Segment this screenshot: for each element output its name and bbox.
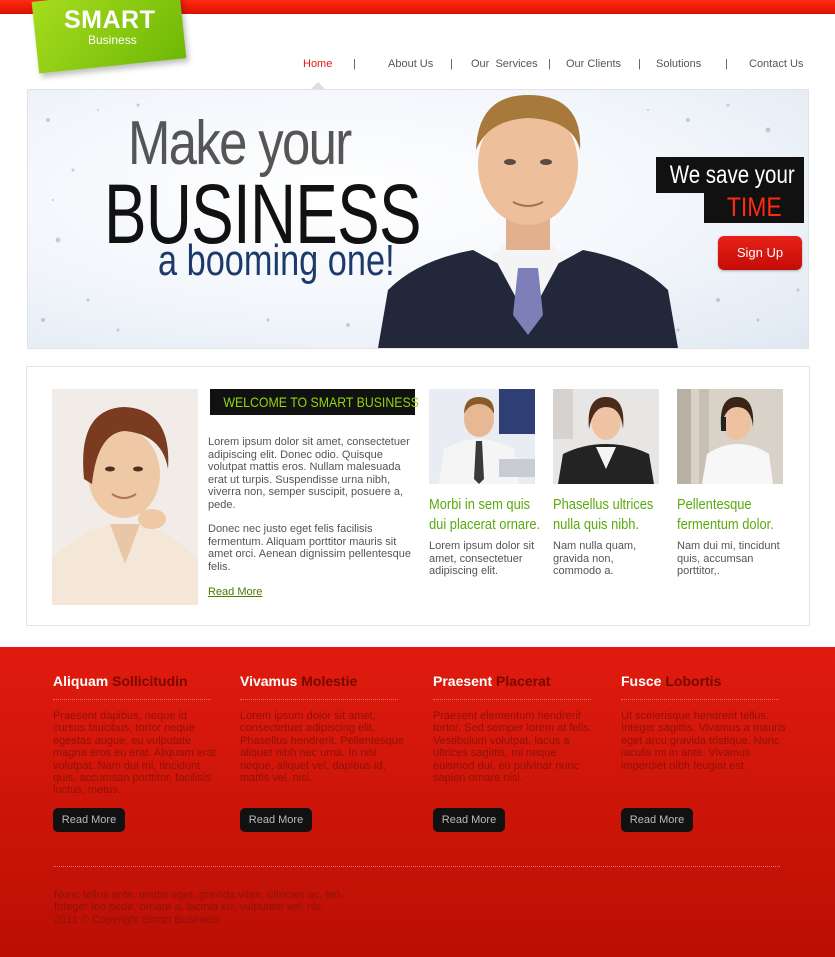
card-photo-man-laptop[interactable] — [429, 389, 535, 484]
footer-column-text: Praesent dapibus, neque id cursus faucib… — [53, 710, 216, 797]
hero-headline-line3: a booming one! — [158, 236, 395, 285]
welcome-paragraph-1: Lorem ipsum dolor sit amet, consectetuer… — [208, 436, 410, 511]
logo[interactable]: SMART Business — [64, 6, 156, 47]
feature-card: Pellentesque fermentum dolor. Nam dui mi… — [677, 389, 787, 578]
card-text: Lorem ipsum dolor sit amet, consectetuer… — [429, 540, 535, 578]
logo-sub-text: Business — [88, 33, 137, 47]
copyright-line: 2011 © Copyright Smart Business — [54, 913, 220, 926]
hero-banner: Make your BUSINESS a booming one! We sav… — [27, 89, 809, 349]
footer-column-divider — [240, 699, 398, 700]
feature-card: Phasellus ultrices nulla quis nibh. Nam … — [553, 389, 663, 578]
nav-item-contact-us[interactable]: Contact Us — [749, 58, 803, 70]
nav-separator: | — [725, 58, 728, 70]
footer-read-more-button[interactable]: Read More — [53, 808, 125, 832]
footer-column: Fusce Lobortis Ut scelerisque hendrerit … — [621, 673, 786, 772]
nav-separator: | — [548, 58, 551, 70]
nav-item-solutions[interactable]: Solutions — [656, 58, 701, 70]
footer-column-divider — [53, 699, 211, 700]
card-photo-woman-phone[interactable] — [677, 389, 783, 484]
copyright-line: Integer leo pede, ornare a, lacinia eu, … — [54, 901, 325, 914]
card-photo-woman[interactable] — [553, 389, 659, 484]
nav-item-about-us[interactable]: About Us — [388, 58, 433, 70]
footer-column-text: Ut scelerisque hendrerit tellus. Integer… — [621, 710, 786, 772]
footer-column-title: Aliquam Sollicitudin — [53, 673, 188, 689]
nav-item-our-clients[interactable]: Our Clients — [566, 58, 621, 70]
footer-column-title: Vivamus Molestie — [240, 673, 358, 689]
footer-column: Vivamus Molestie Lorem ipsum dolor sit a… — [240, 673, 405, 784]
footer: Aliquam Sollicitudin Praesent dapibus, n… — [0, 647, 835, 957]
card-title: Phasellus ultrices nulla quis nibh. — [553, 496, 654, 533]
nav-separator: | — [450, 58, 453, 70]
copyright-block: Nunc tellus ante, mattis eget, gravida v… — [54, 889, 343, 926]
feature-card: Morbi in sem quis dui placerat ornare. L… — [429, 389, 541, 578]
card-text: Nam nulla quam, gravida non, commodo a. — [553, 540, 637, 578]
footer-column-divider — [433, 699, 591, 700]
footer-divider — [53, 866, 780, 867]
save-time-tag: We save your TIME — [656, 157, 804, 223]
logo-main-text: SMART — [64, 6, 156, 34]
card-title: Pellentesque fermentum dolor. — [677, 496, 774, 533]
welcome-paragraph-2: Donec nec justo eget felis facilisis fer… — [208, 523, 412, 573]
footer-column-text: Praesent elementum hendrerit tortor. Sed… — [433, 710, 592, 785]
footer-read-more-button[interactable]: Read More — [433, 808, 505, 832]
welcome-read-more-link[interactable]: Read More — [208, 586, 262, 598]
nav-separator: | — [638, 58, 641, 70]
footer-column: Praesent Placerat Praesent elementum hen… — [433, 673, 598, 784]
welcome-heading: WELCOME TO SMART BUSINESS — [210, 389, 419, 415]
card-text: Nam dui mi, tincidunt quis, accumsan por… — [677, 540, 780, 578]
sign-up-button[interactable]: Sign Up — [718, 236, 802, 270]
nav-item-our-services[interactable]: Our Services — [471, 58, 538, 70]
footer-column-title: Fusce Lobortis — [621, 673, 722, 689]
footer-column-divider — [621, 699, 779, 700]
content-panel: WELCOME TO SMART BUSINESS Lorem ipsum do… — [26, 366, 810, 626]
nav-separator: | — [353, 58, 356, 70]
businessman-photo — [378, 95, 678, 348]
save-tag-line2: TIME — [704, 192, 804, 223]
save-tag-line1: We save your — [656, 157, 804, 193]
footer-column-text: Lorem ipsum dolor sit amet, consectetuer… — [240, 710, 404, 785]
footer-read-more-button[interactable]: Read More — [240, 808, 312, 832]
footer-column: Aliquam Sollicitudin Praesent dapibus, n… — [53, 673, 218, 797]
card-title: Morbi in sem quis dui placerat ornare. — [429, 496, 541, 533]
nav-item-home[interactable]: Home — [303, 58, 332, 70]
copyright-line: Nunc tellus ante, mattis eget, gravida v… — [54, 889, 344, 901]
main-nav: Home | About Us | Our Services | Our Cli… — [0, 58, 835, 72]
footer-read-more-button[interactable]: Read More — [621, 808, 693, 832]
footer-column-title: Praesent Placerat — [433, 673, 551, 689]
businesswoman-photo — [52, 389, 198, 605]
nav-active-pointer — [311, 82, 325, 89]
